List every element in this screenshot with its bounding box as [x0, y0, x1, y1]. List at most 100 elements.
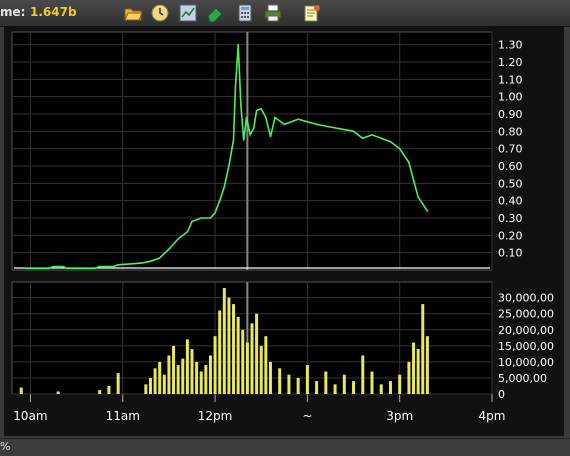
price-point [218, 199, 221, 202]
price-point [269, 135, 272, 138]
volume-bar [162, 374, 166, 394]
price-y-tick-label: 0.60 [498, 160, 523, 173]
volume-bar [278, 368, 282, 394]
price-point [191, 220, 193, 223]
volume-bar [167, 355, 171, 394]
price-panel [11, 31, 493, 271]
volume-bar [259, 345, 263, 394]
volume-y-tick-label: 0 [498, 388, 505, 401]
eraser-icon[interactable] [205, 3, 225, 23]
volume-bar [407, 361, 411, 394]
volume-bar [176, 365, 180, 394]
volume-bar [19, 387, 23, 394]
price-point [240, 104, 242, 107]
price-point [177, 238, 179, 240]
x-tick-label: ~ [302, 409, 312, 423]
price-y-tick-label: 1.00 [498, 91, 523, 104]
volume-bar [204, 365, 208, 394]
price-y-tick-label: 0.30 [498, 212, 523, 225]
price-point [361, 137, 364, 140]
x-tick-label: 4pm [479, 409, 506, 423]
price-point [140, 262, 143, 264]
volume-y-tick-label: 20,000,00 [498, 324, 554, 337]
clock-icon[interactable] [150, 3, 170, 23]
volume-bar [315, 381, 319, 394]
volume-bar [190, 349, 194, 394]
volume-bar [324, 371, 328, 394]
price-point [389, 140, 392, 143]
volume-bar [287, 374, 291, 394]
top-toolbar: me: 1.647b [0, 0, 570, 27]
volume-bar [172, 345, 176, 394]
volume-bar [232, 304, 236, 394]
price-point [94, 267, 96, 270]
price-point [371, 134, 373, 136]
price-point [112, 265, 115, 268]
volume-bar [195, 361, 199, 394]
price-point [209, 217, 212, 219]
price-volume-chart: 10am11am12pm~3pm4pm5pm0.100.200.300.400.… [11, 31, 554, 423]
volume-y-tick-label: 30,000,00 [498, 292, 554, 305]
volume-bar [421, 304, 425, 394]
volume-bar [222, 288, 226, 394]
printer-icon[interactable] [263, 3, 283, 23]
volume-bar [255, 313, 259, 394]
price-y-tick-label: 0.10 [498, 247, 523, 260]
volume-bar [181, 358, 185, 394]
price-point [421, 203, 424, 205]
folder-open-icon[interactable] [123, 3, 143, 23]
price-point [408, 161, 410, 164]
volume-bar [245, 342, 249, 394]
volume-bar [296, 377, 300, 394]
price-point [242, 139, 245, 141]
volume-bar [264, 336, 268, 394]
x-tick-label: 10am [13, 409, 47, 423]
volume-bar [388, 381, 392, 394]
x-tick-label: 11am [106, 409, 140, 423]
volume-bar [227, 297, 231, 394]
price-point [297, 118, 299, 120]
volume-bar [398, 374, 402, 394]
price-point [186, 231, 189, 233]
calculator-icon[interactable] [235, 3, 255, 23]
price-point [158, 257, 161, 259]
price-point [52, 265, 55, 268]
price-point [398, 147, 401, 150]
volume-bar [412, 342, 416, 394]
volume-bar [333, 384, 337, 394]
price-point [98, 265, 101, 268]
volume-bar [148, 377, 152, 394]
price-point [352, 130, 355, 133]
price-point [412, 179, 415, 181]
price-point [265, 116, 267, 119]
volume-bar [199, 371, 203, 394]
volume-y-tick-label: 25,000,00 [498, 308, 554, 321]
price-point [283, 123, 286, 126]
chart-settings-icon[interactable] [178, 3, 198, 23]
x-tick-label: 3pm [386, 409, 413, 423]
price-y-tick-label: 1.20 [498, 56, 523, 69]
price-point [249, 134, 251, 136]
x-tick-label: 12pm [198, 409, 233, 423]
volume-y-tick-label: 5,000,00 [498, 372, 547, 385]
price-point [334, 127, 336, 129]
volume-label: me: [0, 5, 26, 19]
price-point [426, 210, 429, 212]
volume-bar [56, 391, 60, 394]
price-point [274, 116, 276, 119]
price-y-tick-label: 0.50 [498, 177, 523, 190]
volume-bar [98, 390, 102, 394]
volume-bar [268, 361, 272, 394]
volume-bar [416, 349, 420, 394]
price-point [417, 196, 419, 198]
volume-bar [107, 385, 111, 394]
volume-bar [425, 336, 429, 394]
price-point [380, 137, 383, 140]
volume-bar [208, 355, 212, 394]
notepad-icon[interactable] [302, 3, 322, 23]
volume-bar [158, 361, 162, 394]
volume-bar [352, 381, 356, 394]
price-y-tick-label: 1.10 [498, 73, 523, 86]
price-point [237, 43, 239, 46]
status-text: % [0, 440, 11, 453]
